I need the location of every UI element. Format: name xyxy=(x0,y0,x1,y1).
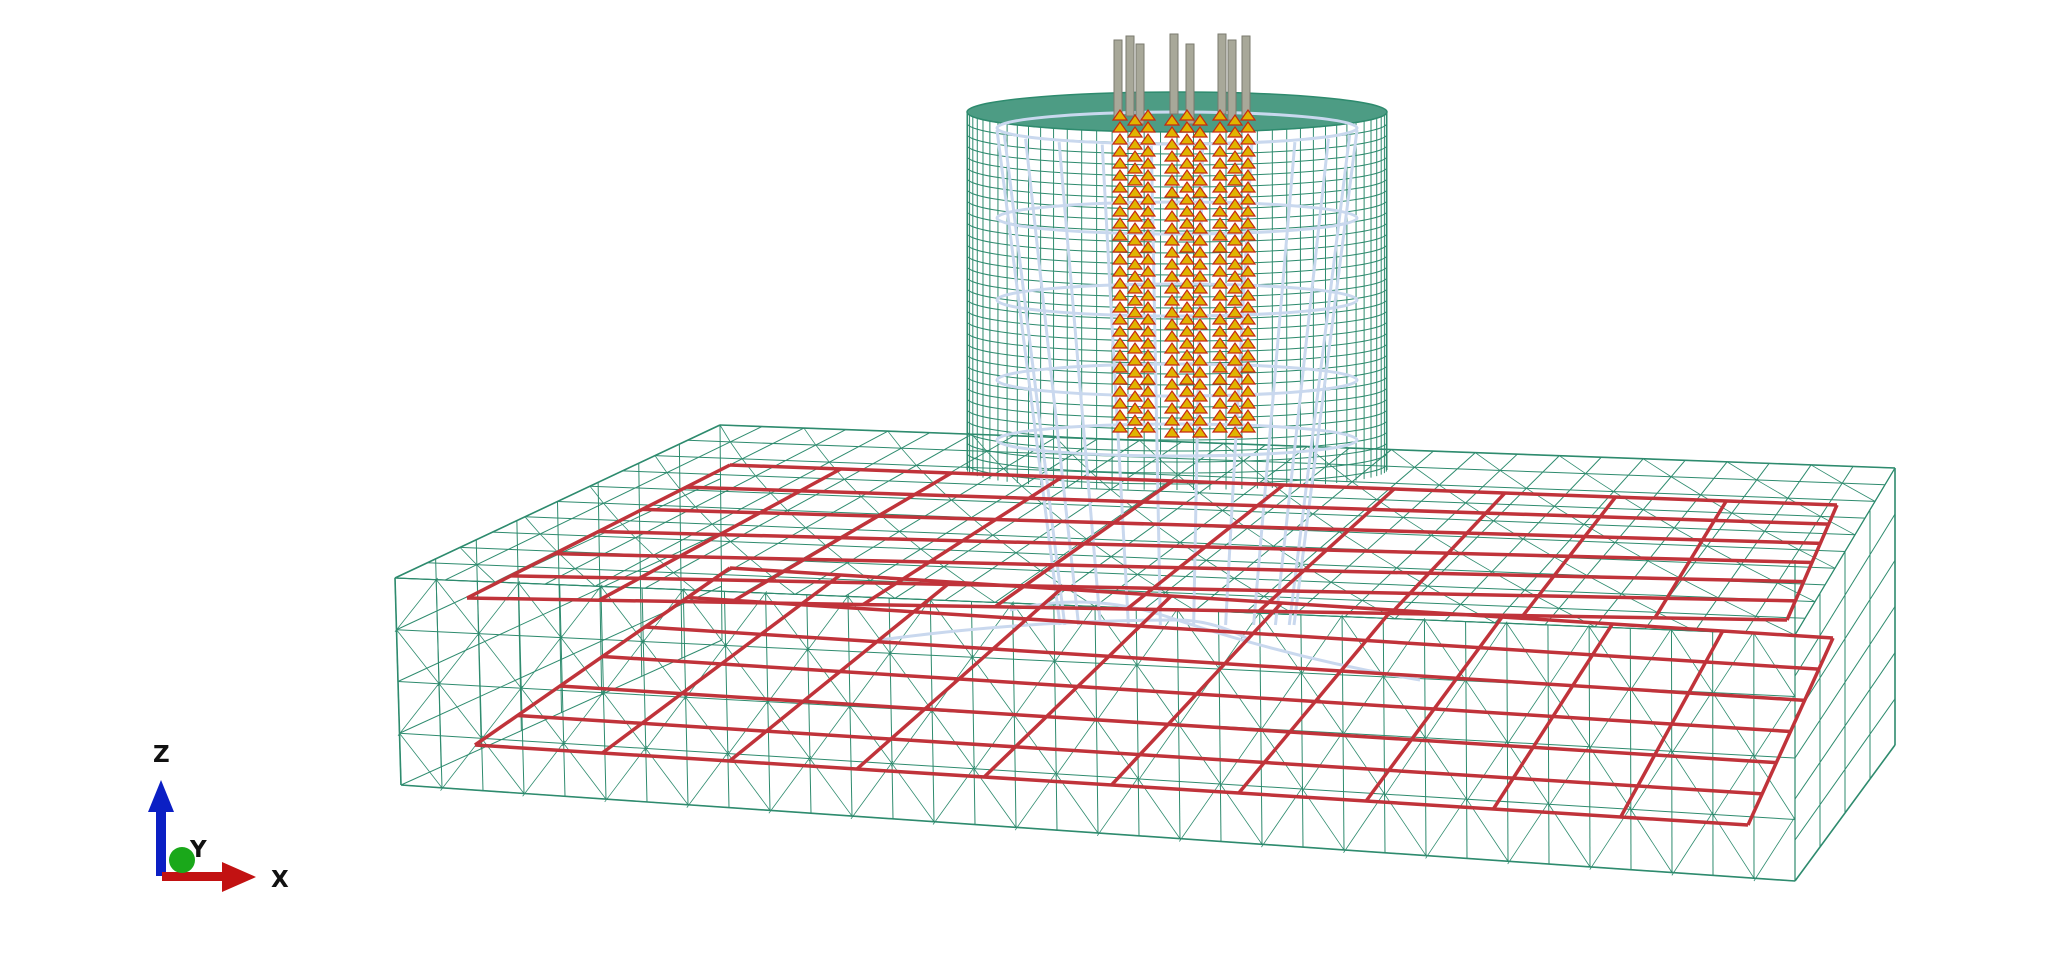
slab-mesh xyxy=(394,424,1896,882)
anchor-bolt-head xyxy=(1113,39,1123,121)
anchor-bolt-head xyxy=(1125,35,1135,117)
anchor-bolt-head xyxy=(1241,35,1251,117)
anchor-bolt-head xyxy=(1227,39,1237,121)
anchor-bolt-head xyxy=(1135,43,1145,125)
z-axis-label: Z xyxy=(153,742,170,768)
y-axis-label: Y xyxy=(189,837,207,863)
anchor-bolt-head xyxy=(1169,33,1179,115)
axis-triad[interactable]: Z Y X xyxy=(148,742,289,893)
3d-viewport[interactable]: Z Y X xyxy=(0,0,2048,957)
anchor-bolt-head xyxy=(1217,33,1227,115)
x-axis-label: X xyxy=(271,867,289,893)
